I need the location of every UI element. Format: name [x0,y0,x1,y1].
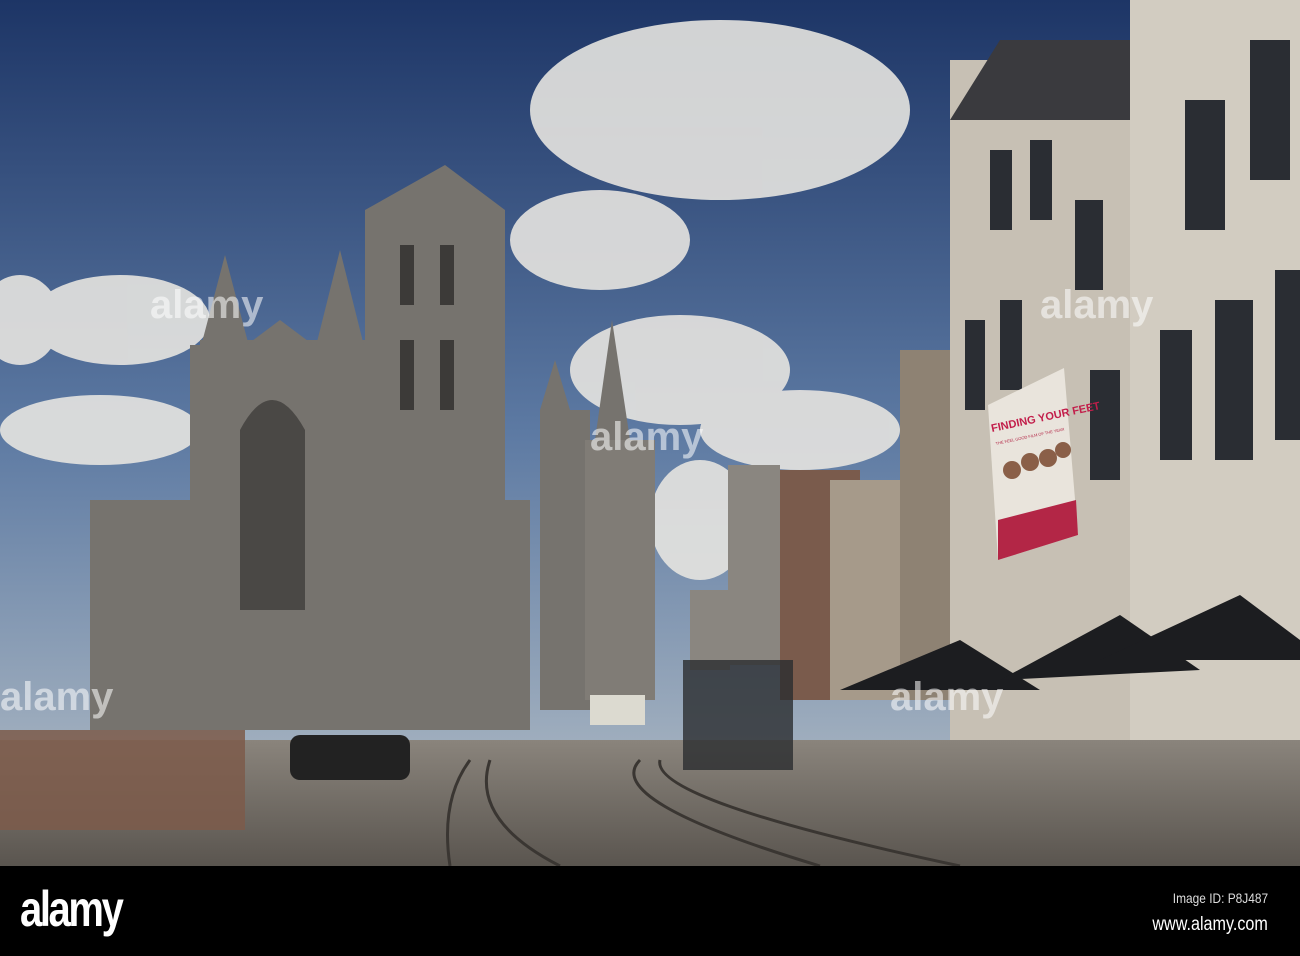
tram [590,695,645,725]
footer-bar: alamy Image ID: P8J487 www.alamy.com [0,866,1300,956]
stock-photo-page: FINDING YOUR FEET THE FEEL GOOD FILM OF … [0,0,1300,956]
alamy-logo[interactable]: alamy [20,880,124,938]
svg-text:alamy: alamy [1040,283,1154,327]
svg-text:alamy: alamy [590,415,704,459]
street-photo: FINDING YOUR FEET THE FEEL GOOD FILM OF … [0,0,1300,866]
tram-stop-shelter [683,660,793,770]
black-car [290,735,410,780]
image-id: Image ID: P8J487 [1172,890,1268,906]
bridge-balustrade [0,730,245,830]
svg-text:alamy: alamy [0,675,114,719]
svg-text:alamy: alamy [150,283,264,327]
website-link[interactable]: www.alamy.com [1153,914,1268,936]
svg-text:alamy: alamy [890,675,1004,719]
